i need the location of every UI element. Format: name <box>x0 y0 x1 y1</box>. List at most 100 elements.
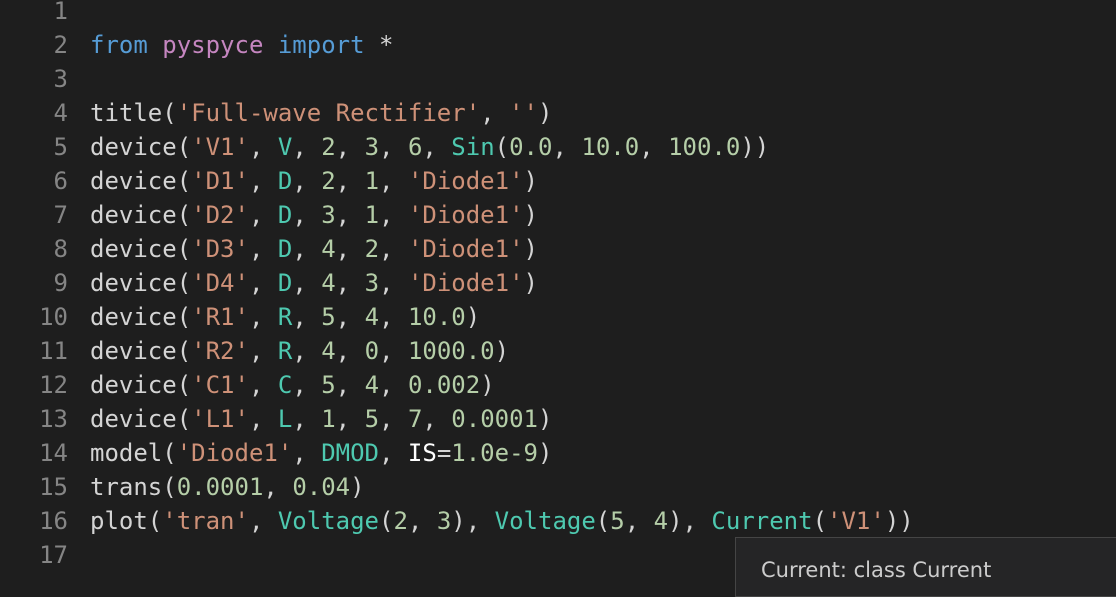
code-token: , <box>422 133 452 161</box>
code-token: = <box>436 439 452 467</box>
code-token: device( <box>90 235 192 263</box>
code-line[interactable]: 6 device('D1', D, 2, 1, 'Diode1') <box>0 164 1116 198</box>
line-number: 14 <box>39 439 68 467</box>
code-token: 3 <box>321 201 336 229</box>
code-token: 1000.0 <box>407 337 495 365</box>
code-text: device('V1', V, 2, 3, 6, Sin(0.0, 10.0, … <box>90 130 769 164</box>
code-token: , <box>248 405 278 433</box>
code-token: Current <box>711 507 813 535</box>
code-line[interactable]: 9 device('D4', D, 4, 3, 'Diode1') <box>0 266 1116 300</box>
code-token: ) <box>523 201 538 229</box>
code-line[interactable]: 2 from pyspyce import * <box>0 28 1116 62</box>
code-token: , <box>335 133 365 161</box>
code-line[interactable]: 12 device('C1', C, 5, 4, 0.002) <box>0 368 1116 402</box>
code-line[interactable]: 10 device('R1', R, 5, 4, 10.0) <box>0 300 1116 334</box>
code-token: ) <box>350 473 365 501</box>
code-token: V <box>277 133 293 161</box>
code-token: 'R1' <box>191 303 249 331</box>
code-token: plot( <box>90 507 163 535</box>
code-line[interactable]: 11 device('R2', R, 4, 0, 1000.0) <box>0 334 1116 368</box>
code-token: 'Diode1' <box>176 439 293 467</box>
code-text: device('D1', D, 2, 1, 'Diode1') <box>90 164 538 198</box>
code-text: model('Diode1', DMOD, IS=1.0e-9) <box>90 436 552 470</box>
code-token: , <box>248 337 278 365</box>
code-token: 2 <box>321 167 336 195</box>
code-token: 4 <box>321 235 336 263</box>
code-token: 3 <box>436 507 452 535</box>
line-number: 17 <box>39 541 68 569</box>
code-token: , <box>379 337 408 365</box>
code-token: device( <box>90 133 192 161</box>
code-text: device('D2', D, 3, 1, 'Diode1') <box>90 198 538 232</box>
code-token: Sin <box>451 133 495 161</box>
code-token: from <box>90 31 148 59</box>
code-token: ) <box>523 235 538 263</box>
line-number: 6 <box>53 167 68 195</box>
code-line[interactable]: 3 <box>0 62 1116 96</box>
code-token: D <box>277 201 293 229</box>
code-token: , <box>335 201 365 229</box>
code-token: device( <box>90 371 192 399</box>
code-line[interactable]: 8 device('D3', D, 4, 2, 'Diode1') <box>0 232 1116 266</box>
code-token: 1 <box>364 167 380 195</box>
code-text: from pyspyce import * <box>90 28 393 62</box>
code-token: device( <box>90 201 192 229</box>
code-token: , <box>552 133 582 161</box>
code-token: 1 <box>364 201 380 229</box>
code-editor[interactable]: 1 2 from pyspyce import * 3 4 title('Full-wav… <box>0 0 1116 576</box>
code-token: , <box>292 337 322 365</box>
code-token: , <box>248 371 278 399</box>
code-token: ) <box>537 99 553 127</box>
code-token: title( <box>90 99 177 127</box>
code-token: 'Diode1' <box>407 167 524 195</box>
code-token: 3 <box>364 133 380 161</box>
code-token: , <box>292 133 322 161</box>
code-token: trans( <box>90 473 177 501</box>
code-line[interactable]: 13 device('L1', L, 1, 5, 7, 0.0001) <box>0 402 1116 436</box>
code-token: ( <box>595 507 611 535</box>
line-number: 3 <box>53 65 68 93</box>
code-token: 3 <box>364 269 380 297</box>
code-line[interactable]: 5 device('V1', V, 2, 3, 6, Sin(0.0, 10.0,… <box>0 130 1116 164</box>
code-text: trans(0.0001, 0.04) <box>90 470 365 504</box>
code-text: device('D4', D, 4, 3, 'Diode1') <box>90 266 538 300</box>
code-token: Voltage <box>277 507 380 535</box>
code-token: , <box>292 303 322 331</box>
code-line[interactable]: 1 <box>0 0 1116 28</box>
code-line[interactable]: 15 trans(0.0001, 0.04) <box>0 470 1116 504</box>
code-token: , <box>379 201 408 229</box>
code-token: , <box>335 167 365 195</box>
code-line[interactable]: 7 device('D2', D, 3, 1, 'Diode1') <box>0 198 1116 232</box>
code-token: ), <box>668 507 712 535</box>
line-number: 15 <box>39 473 68 501</box>
code-token: ( <box>379 507 394 535</box>
code-line[interactable]: 14 model('Diode1', DMOD, IS=1.0e-9) <box>0 436 1116 470</box>
code-text: device('D3', D, 4, 2, 'Diode1') <box>90 232 538 266</box>
code-token: 'D2' <box>191 201 249 229</box>
code-token: 'C1' <box>191 371 249 399</box>
code-token: 'D1' <box>191 167 249 195</box>
code-token: 0.0 <box>509 133 553 161</box>
line-number: 12 <box>39 371 68 399</box>
line-number: 10 <box>39 303 68 331</box>
code-text: device('R2', R, 4, 0, 1000.0) <box>90 334 509 368</box>
code-token: R <box>277 337 293 365</box>
code-token: 0.0001 <box>176 473 264 501</box>
code-token: device( <box>90 303 192 331</box>
code-token: , <box>379 167 408 195</box>
code-token: 4 <box>321 337 336 365</box>
code-token: ( <box>494 133 510 161</box>
line-number: 1 <box>53 0 68 25</box>
code-token: )) <box>740 133 770 161</box>
code-token: ) <box>465 303 481 331</box>
code-line[interactable]: 4 title('Full-wave Rectifier', '') <box>0 96 1116 130</box>
code-token: D <box>277 269 293 297</box>
code-token: ) <box>538 405 553 433</box>
code-token: , <box>335 235 365 263</box>
code-token: ) <box>523 269 538 297</box>
code-token: 'Diode1' <box>407 269 524 297</box>
code-line[interactable]: 16 plot('tran', Voltage(2, 3), Voltage(5,… <box>0 504 1116 538</box>
code-token: , <box>379 439 408 467</box>
code-token: 2 <box>364 235 380 263</box>
